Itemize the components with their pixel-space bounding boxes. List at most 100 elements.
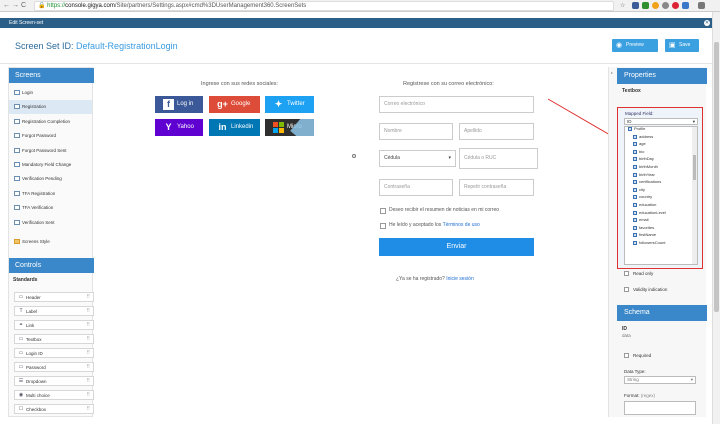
extension-icon[interactable] bbox=[662, 2, 669, 9]
password-repeat-field[interactable]: Repetir contraseña bbox=[459, 179, 534, 196]
screen-item[interactable]: Mandatory Field Change bbox=[9, 158, 92, 172]
mapped-field-select[interactable]: ID ▾ bbox=[624, 118, 698, 125]
screen-item[interactable]: Verification Pending bbox=[9, 172, 92, 186]
screen-item[interactable]: Registration Completion bbox=[9, 115, 92, 129]
microsoft-login-button[interactable]: Micro bbox=[265, 119, 314, 136]
yahoo-login-button[interactable]: Y Yahoo bbox=[155, 119, 203, 136]
doc-type-select[interactable]: Cédula ▾ bbox=[379, 150, 456, 167]
extension-icon[interactable] bbox=[632, 2, 639, 9]
menu-icon[interactable] bbox=[698, 2, 705, 9]
twitter-login-button[interactable]: ✦ Twitter bbox=[265, 96, 314, 113]
control-icon: ☰ bbox=[18, 378, 24, 384]
control-item[interactable]: ▭ Header ⠿ bbox=[14, 292, 94, 302]
terms-checkbox[interactable] bbox=[380, 223, 386, 229]
dialog-header: Edit Screen-set ✕ bbox=[0, 18, 712, 28]
screen-item[interactable]: TFA Registration bbox=[9, 187, 92, 201]
drag-handle-icon[interactable]: ⠿ bbox=[86, 405, 90, 414]
tree-node[interactable]: address bbox=[633, 134, 653, 140]
control-item[interactable]: ☐ Checkbox ⠿ bbox=[14, 404, 94, 414]
screen-item[interactable]: Forgot Password bbox=[9, 129, 92, 143]
control-item[interactable]: ◉ Multi choice ⠿ bbox=[14, 390, 94, 400]
tree-node[interactable]: bio bbox=[633, 149, 644, 155]
google-login-button[interactable]: g+ Google bbox=[209, 96, 260, 113]
control-item[interactable]: T Label ⠿ bbox=[14, 306, 94, 316]
login-link[interactable]: Inicie sesión bbox=[446, 276, 474, 282]
email-field[interactable]: Correo electrónico bbox=[379, 96, 534, 113]
tree-scrollbar[interactable] bbox=[692, 127, 697, 264]
address-bar[interactable]: 🔒 https://console.gigya.com/Site/partner… bbox=[34, 1, 614, 11]
first-name-field[interactable]: Nombre bbox=[379, 123, 453, 140]
drag-handle-icon[interactable] bbox=[352, 154, 356, 158]
drag-handle-icon[interactable]: ⠿ bbox=[86, 321, 90, 330]
tree-scroll-thumb[interactable] bbox=[693, 155, 696, 180]
tree-node-label: birthMonth bbox=[639, 164, 658, 169]
twitter-icon: ✦ bbox=[274, 99, 283, 109]
screen-item[interactable]: TFA Verification bbox=[9, 201, 92, 215]
drag-handle-icon[interactable]: ⠿ bbox=[86, 377, 90, 386]
tree-node[interactable]: favorites bbox=[633, 225, 654, 231]
resize-handle-icon[interactable] bbox=[290, 119, 314, 136]
screen-item[interactable]: Verification Sent bbox=[9, 216, 92, 230]
page-icon bbox=[14, 176, 20, 182]
control-item[interactable]: ☰ Dropdown ⠿ bbox=[14, 376, 94, 386]
drag-handle-icon[interactable]: ⠿ bbox=[86, 391, 90, 400]
preview-button[interactable]: ◉ Preview bbox=[612, 39, 658, 52]
drag-handle-icon[interactable]: ⠿ bbox=[86, 349, 90, 358]
password-field[interactable]: Contraseña bbox=[379, 179, 453, 196]
control-item[interactable]: ▭ Textbox ⠿ bbox=[14, 334, 94, 344]
reload-icon[interactable]: C bbox=[21, 2, 26, 10]
tree-node[interactable]: followersCount bbox=[633, 240, 665, 246]
tree-node[interactable]: birthYear bbox=[633, 172, 655, 178]
window-scroll-thumb[interactable] bbox=[714, 42, 719, 312]
control-item[interactable]: ▭ Password ⠿ bbox=[14, 362, 94, 372]
extension-icon[interactable] bbox=[642, 2, 649, 9]
extension-icon[interactable] bbox=[652, 2, 659, 9]
tree-node[interactable]: Profile bbox=[628, 127, 645, 132]
submit-button[interactable]: Enviar bbox=[379, 238, 534, 256]
screen-item[interactable]: Registration bbox=[9, 100, 92, 115]
read-only-checkbox[interactable] bbox=[624, 271, 629, 276]
control-icon: ▭ bbox=[18, 294, 24, 300]
tree-node[interactable]: firstName bbox=[633, 232, 656, 238]
save-button[interactable]: ▣ Save bbox=[665, 39, 699, 52]
required-checkbox[interactable] bbox=[624, 353, 629, 358]
forward-icon[interactable]: → bbox=[12, 2, 19, 10]
linkedin-login-button[interactable]: in Linkedin bbox=[209, 119, 260, 136]
extension-icon[interactable] bbox=[672, 2, 679, 9]
tree-node[interactable]: educationLevel bbox=[633, 210, 666, 216]
terms-link[interactable]: Términos de uso bbox=[443, 222, 480, 228]
tree-node[interactable]: birthMonth bbox=[633, 164, 658, 170]
doc-number-field[interactable]: Cédula o RUC bbox=[459, 148, 538, 169]
tree-node[interactable]: age bbox=[633, 141, 646, 147]
drag-handle-icon[interactable]: ⠿ bbox=[86, 307, 90, 316]
format-input[interactable] bbox=[624, 401, 696, 415]
screens-style-item[interactable]: Screens Style bbox=[9, 235, 92, 249]
page-icon bbox=[14, 118, 20, 124]
last-name-field[interactable]: Apellido bbox=[459, 123, 534, 140]
data-type-select[interactable]: String ▾ bbox=[624, 376, 696, 384]
validity-checkbox[interactable] bbox=[624, 287, 629, 292]
tree-node[interactable]: email bbox=[633, 217, 649, 223]
tree-node[interactable]: certifications bbox=[633, 179, 661, 185]
tree-node[interactable]: education bbox=[633, 202, 656, 208]
tree-node[interactable]: city bbox=[633, 187, 645, 193]
back-icon[interactable]: ← bbox=[3, 2, 10, 10]
drag-handle-icon[interactable]: ⠿ bbox=[86, 293, 90, 302]
star-icon[interactable]: ☆ bbox=[620, 2, 625, 10]
tree-node[interactable]: birthDay bbox=[633, 156, 654, 162]
close-icon[interactable]: ✕ bbox=[704, 20, 710, 26]
collapse-icon[interactable]: ▸ bbox=[611, 70, 613, 75]
drag-handle-icon[interactable]: ⠿ bbox=[86, 335, 90, 344]
extension-icon[interactable] bbox=[682, 2, 689, 9]
control-item[interactable]: ⚭ Link ⠿ bbox=[14, 320, 94, 330]
tree-node[interactable]: country bbox=[633, 194, 652, 200]
drag-handle-icon[interactable]: ⠿ bbox=[86, 363, 90, 372]
window-scrollbar[interactable] bbox=[712, 12, 720, 424]
screen-item[interactable]: Login bbox=[9, 86, 92, 100]
control-item[interactable]: ▭ Login ID ⠿ bbox=[14, 348, 94, 358]
newsletter-checkbox[interactable] bbox=[380, 208, 386, 214]
screen-item[interactable]: Forgot Password Sent bbox=[9, 144, 92, 158]
field-icon bbox=[633, 210, 637, 215]
field-tree[interactable]: Profile address age bio birthDay birthMonth bi… bbox=[624, 126, 698, 265]
facebook-login-button[interactable]: f Log in bbox=[155, 96, 203, 113]
